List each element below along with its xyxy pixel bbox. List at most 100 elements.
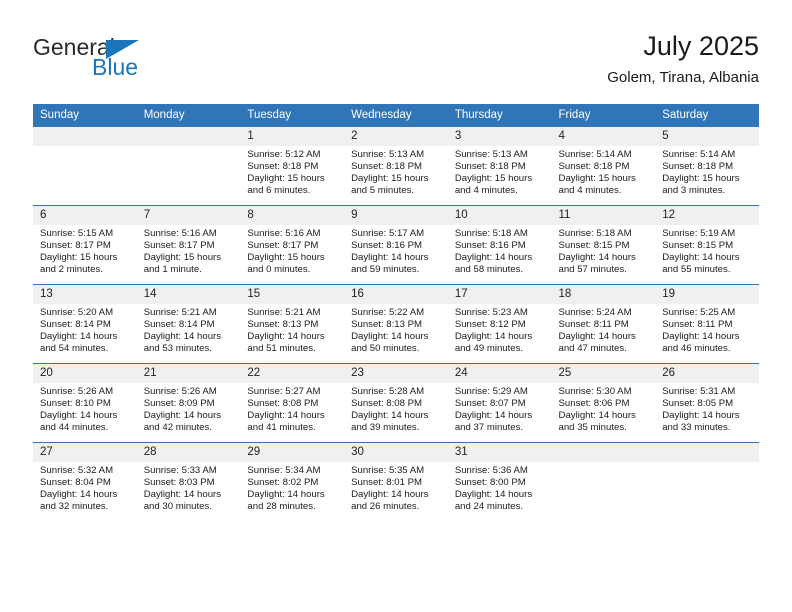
calendar-day-cell[interactable]: 14 Sunrise: 5:21 AM Sunset: 8:14 PM Dayligh… bbox=[136, 284, 241, 364]
calendar-day-cell[interactable]: 2 Sunrise: 5:13 AM Sunset: 8:18 PM Daylight… bbox=[344, 126, 448, 206]
calendar-day-cell[interactable]: 13 Sunrise: 5:20 AM Sunset: 8:14 PM Dayligh… bbox=[33, 284, 137, 364]
day-details: Sunrise: 5:26 AM Sunset: 8:09 PM Daylight:… bbox=[137, 383, 241, 434]
day-number: 22 bbox=[240, 364, 345, 383]
daylight-text-line2: and 59 minutes. bbox=[351, 264, 420, 276]
calendar-day-cell[interactable]: 20 Sunrise: 5:26 AM Sunset: 8:10 PM Dayligh… bbox=[33, 363, 137, 443]
day-details: Sunrise: 5:21 AM Sunset: 8:13 PM Daylight:… bbox=[240, 304, 344, 355]
day-cell-inner: 15 Sunrise: 5:21 AM Sunset: 8:13 PM Dayligh… bbox=[240, 285, 345, 363]
sunrise-text: Sunrise: 5:31 AM bbox=[662, 386, 736, 397]
calendar-day-cell[interactable]: 23 Sunrise: 5:28 AM Sunset: 8:08 PM Dayligh… bbox=[344, 363, 448, 443]
calendar-day-cell[interactable]: 8 Sunrise: 5:16 AM Sunset: 8:17 PM Daylight… bbox=[240, 205, 345, 285]
calendar-day-cell[interactable]: 25 Sunrise: 5:30 AM Sunset: 8:06 PM Dayligh… bbox=[551, 363, 656, 443]
calendar-day-cell[interactable]: 12 Sunrise: 5:19 AM Sunset: 8:15 PM Dayligh… bbox=[655, 205, 759, 285]
calendar-day-cell[interactable]: 17 Sunrise: 5:23 AM Sunset: 8:12 PM Dayligh… bbox=[447, 284, 552, 364]
daylight-text-line2: and 4 minutes. bbox=[558, 185, 622, 197]
day-details: Sunrise: 5:25 AM Sunset: 8:11 PM Daylight:… bbox=[655, 304, 759, 355]
calendar-day-cell[interactable]: 26 Sunrise: 5:31 AM Sunset: 8:05 PM Dayligh… bbox=[655, 363, 759, 443]
day-cell-inner: 4 Sunrise: 5:14 AM Sunset: 8:18 PM Daylight… bbox=[551, 127, 656, 205]
calendar-day-cell[interactable]: 7 Sunrise: 5:16 AM Sunset: 8:17 PM Daylight… bbox=[136, 205, 241, 285]
page-header: General Blue July 2025 Golem, Tirana, Al… bbox=[33, 30, 759, 92]
calendar-day-cell-empty bbox=[655, 442, 759, 521]
calendar-day-cell[interactable]: 21 Sunrise: 5:26 AM Sunset: 8:09 PM Dayligh… bbox=[136, 363, 241, 443]
daylight-text-line1: Daylight: 14 hours bbox=[351, 252, 429, 264]
sunrise-text: Sunrise: 5:18 AM bbox=[454, 228, 528, 239]
sunrise-text: Sunrise: 5:35 AM bbox=[351, 465, 425, 476]
brand-logo[interactable]: General Blue bbox=[33, 34, 263, 92]
calendar-day-cell[interactable]: 18 Sunrise: 5:24 AM Sunset: 8:11 PM Dayligh… bbox=[551, 284, 656, 364]
day-cell-inner: 14 Sunrise: 5:21 AM Sunset: 8:14 PM Dayligh… bbox=[136, 285, 241, 363]
day-number: 2 bbox=[344, 127, 448, 146]
day-details: Sunrise: 5:17 AM Sunset: 8:16 PM Daylight:… bbox=[344, 225, 448, 276]
daylight-text-line1: Daylight: 14 hours bbox=[454, 410, 533, 422]
sunrise-text: Sunrise: 5:29 AM bbox=[454, 386, 528, 397]
day-cell-inner: 7 Sunrise: 5:16 AM Sunset: 8:17 PM Daylight… bbox=[136, 206, 241, 284]
sunrise-text: Sunrise: 5:30 AM bbox=[558, 386, 632, 397]
calendar-day-cell[interactable]: 24 Sunrise: 5:29 AM Sunset: 8:07 PM Dayligh… bbox=[447, 363, 552, 443]
daylight-text-line2: and 2 minutes. bbox=[40, 264, 103, 276]
day-number: 8 bbox=[240, 206, 345, 225]
calendar-day-cell[interactable]: 5 Sunrise: 5:14 AM Sunset: 8:18 PM Daylight… bbox=[655, 126, 759, 206]
calendar-day-cell[interactable]: 31 Sunrise: 5:36 AM Sunset: 8:00 PM Dayligh… bbox=[447, 442, 552, 521]
daylight-text-line1: Daylight: 14 hours bbox=[351, 331, 429, 343]
sunset-text: Sunset: 8:14 PM bbox=[143, 319, 215, 331]
day-number bbox=[551, 443, 656, 462]
daylight-text-line2: and 5 minutes. bbox=[351, 185, 415, 197]
daylight-text-line1: Daylight: 15 hours bbox=[247, 252, 325, 264]
sunrise-text: Sunrise: 5:16 AM bbox=[247, 228, 321, 239]
calendar-day-cell[interactable]: 28 Sunrise: 5:33 AM Sunset: 8:03 PM Dayligh… bbox=[136, 442, 241, 521]
calendar-day-cell[interactable]: 29 Sunrise: 5:34 AM Sunset: 8:02 PM Dayligh… bbox=[240, 442, 345, 521]
calendar-day-cell[interactable]: 4 Sunrise: 5:14 AM Sunset: 8:18 PM Daylight… bbox=[551, 126, 656, 206]
sunrise-text: Sunrise: 5:20 AM bbox=[40, 307, 114, 318]
daylight-text-line1: Daylight: 14 hours bbox=[40, 489, 118, 501]
day-cell-inner: 13 Sunrise: 5:20 AM Sunset: 8:14 PM Dayligh… bbox=[33, 285, 137, 363]
day-details: Sunrise: 5:34 AM Sunset: 8:02 PM Daylight:… bbox=[240, 462, 344, 513]
sunset-text: Sunset: 8:13 PM bbox=[351, 319, 423, 331]
day-details: Sunrise: 5:28 AM Sunset: 8:08 PM Daylight:… bbox=[344, 383, 448, 434]
daylight-text-line1: Daylight: 14 hours bbox=[558, 331, 636, 343]
daylight-text-line1: Daylight: 14 hours bbox=[40, 331, 118, 343]
day-cell-inner bbox=[655, 443, 759, 521]
day-cell-inner: 5 Sunrise: 5:14 AM Sunset: 8:18 PM Daylight… bbox=[655, 127, 759, 205]
calendar-day-cell[interactable]: 9 Sunrise: 5:17 AM Sunset: 8:16 PM Daylight… bbox=[344, 205, 448, 285]
calendar-body: 1 Sunrise: 5:12 AM Sunset: 8:18 PM Daylight… bbox=[33, 126, 759, 521]
calendar-day-cell[interactable]: 1 Sunrise: 5:12 AM Sunset: 8:18 PM Daylight… bbox=[240, 126, 345, 206]
calendar-day-cell[interactable]: 3 Sunrise: 5:13 AM Sunset: 8:18 PM Daylight… bbox=[447, 126, 552, 206]
day-cell-inner: 9 Sunrise: 5:17 AM Sunset: 8:16 PM Daylight… bbox=[344, 206, 448, 284]
sunrise-text: Sunrise: 5:33 AM bbox=[143, 465, 217, 476]
day-cell-inner: 20 Sunrise: 5:26 AM Sunset: 8:10 PM Dayligh… bbox=[33, 364, 137, 442]
calendar-day-cell-empty bbox=[136, 126, 241, 206]
calendar-day-cell[interactable]: 15 Sunrise: 5:21 AM Sunset: 8:13 PM Dayligh… bbox=[240, 284, 345, 364]
day-details: Sunrise: 5:23 AM Sunset: 8:12 PM Daylight:… bbox=[448, 304, 552, 355]
calendar-day-cell[interactable]: 22 Sunrise: 5:27 AM Sunset: 8:08 PM Dayligh… bbox=[240, 363, 345, 443]
day-cell-inner: 30 Sunrise: 5:35 AM Sunset: 8:01 PM Dayligh… bbox=[344, 443, 448, 521]
calendar-week-row: 1 Sunrise: 5:12 AM Sunset: 8:18 PM Daylight… bbox=[33, 126, 759, 206]
daylight-text-line1: Daylight: 14 hours bbox=[143, 489, 222, 501]
calendar-day-cell[interactable]: 27 Sunrise: 5:32 AM Sunset: 8:04 PM Dayligh… bbox=[33, 442, 137, 521]
sunset-text: Sunset: 8:12 PM bbox=[454, 319, 526, 331]
day-number: 28 bbox=[136, 443, 241, 462]
daylight-text-line2: and 47 minutes. bbox=[558, 343, 627, 355]
calendar-day-cell[interactable]: 30 Sunrise: 5:35 AM Sunset: 8:01 PM Dayligh… bbox=[344, 442, 448, 521]
day-cell-inner: 18 Sunrise: 5:24 AM Sunset: 8:11 PM Dayligh… bbox=[551, 285, 656, 363]
daylight-text-line1: Daylight: 14 hours bbox=[351, 410, 429, 422]
daylight-text-line1: Daylight: 15 hours bbox=[247, 173, 325, 185]
calendar-week-row: 13 Sunrise: 5:20 AM Sunset: 8:14 PM Dayligh… bbox=[33, 284, 759, 364]
daylight-text-line2: and 28 minutes. bbox=[247, 501, 316, 513]
page-title: July 2025 bbox=[643, 31, 759, 61]
calendar-day-cell[interactable]: 16 Sunrise: 5:22 AM Sunset: 8:13 PM Dayligh… bbox=[344, 284, 448, 364]
calendar-day-cell[interactable]: 6 Sunrise: 5:15 AM Sunset: 8:17 PM Daylight… bbox=[33, 205, 137, 285]
sunset-text: Sunset: 8:03 PM bbox=[143, 477, 215, 489]
day-number: 18 bbox=[551, 285, 656, 304]
calendar-day-cell[interactable]: 11 Sunrise: 5:18 AM Sunset: 8:15 PM Dayligh… bbox=[551, 205, 656, 285]
day-cell-inner: 31 Sunrise: 5:36 AM Sunset: 8:00 PM Dayligh… bbox=[447, 443, 552, 521]
calendar-day-cell[interactable]: 19 Sunrise: 5:25 AM Sunset: 8:11 PM Dayligh… bbox=[655, 284, 759, 364]
day-cell-inner: 26 Sunrise: 5:31 AM Sunset: 8:05 PM Dayligh… bbox=[655, 364, 759, 442]
calendar-day-cell[interactable]: 10 Sunrise: 5:18 AM Sunset: 8:16 PM Dayligh… bbox=[447, 205, 552, 285]
sunset-text: Sunset: 8:15 PM bbox=[558, 240, 630, 252]
day-number bbox=[33, 127, 137, 146]
daylight-text-line2: and 46 minutes. bbox=[662, 343, 731, 355]
sunset-text: Sunset: 8:18 PM bbox=[247, 161, 319, 173]
daylight-text-line2: and 4 minutes. bbox=[454, 185, 518, 197]
day-cell-inner: 3 Sunrise: 5:13 AM Sunset: 8:18 PM Daylight… bbox=[447, 127, 552, 205]
sunset-text: Sunset: 8:08 PM bbox=[247, 398, 319, 410]
